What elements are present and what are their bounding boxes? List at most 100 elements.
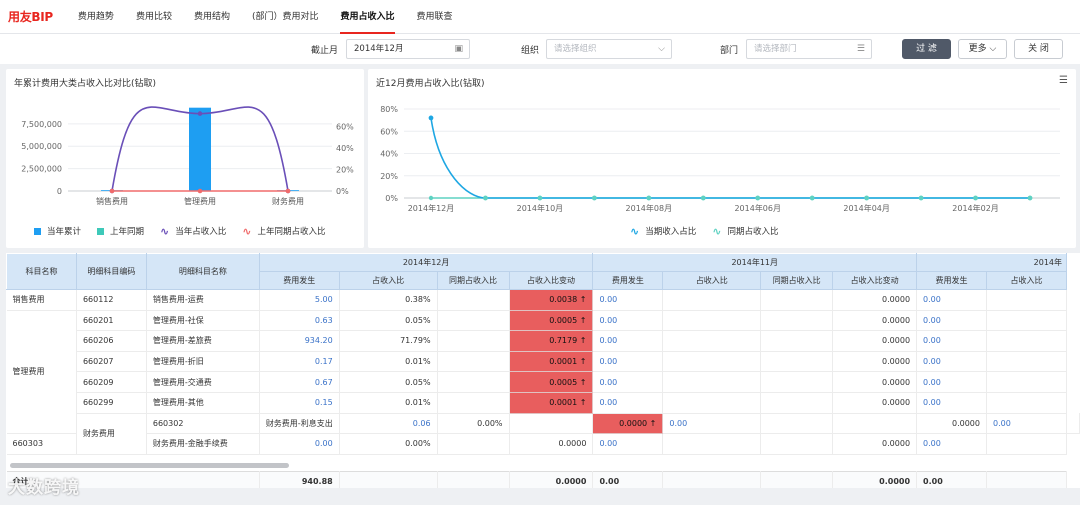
- cell-cost-link[interactable]: 0.00: [259, 433, 340, 455]
- col-cost: 费用发生: [592, 271, 664, 290]
- cell-cost-link[interactable]: 0.00: [592, 310, 664, 332]
- app-logo: 用友BIP: [8, 10, 53, 24]
- cell-prior-ratio: [760, 310, 834, 332]
- cell-prior-ratio: [760, 351, 834, 373]
- cell-ratio-change: 0.0000: [832, 310, 918, 332]
- col-cost: 费用发生: [916, 271, 987, 290]
- table-row[interactable]: 660206 管理费用-差旅费 934.20 71.79% 0.7179 ↑ 0.00 0.…: [7, 330, 1080, 352]
- cell-detail-code: 660209: [76, 371, 147, 393]
- x-tick-label: 2014年04月: [843, 203, 890, 213]
- right-chart-panel: 近12月费用占收入比(钻取) ☰ 0% 20% 40% 60% 80% 2014年12月 2…: [368, 69, 1076, 248]
- tab-expense-compare[interactable]: 费用比较: [125, 0, 183, 34]
- cell-ratio: [662, 433, 762, 455]
- more-button[interactable]: 更多 ⌵: [958, 39, 1007, 59]
- cell-cost-link[interactable]: 0.00: [592, 371, 664, 393]
- legend-same-period[interactable]: ∿ 同期占收入比: [712, 225, 778, 238]
- cell-cost-link[interactable]: 5.00: [259, 289, 340, 311]
- cell-detail-name: 销售费用-运费: [146, 289, 260, 311]
- cell-ratio-change: 0.0000: [916, 413, 987, 435]
- total-prior-ratio: [437, 470, 510, 488]
- cell-cost-link[interactable]: 0.00: [986, 413, 1068, 435]
- cell-cost-link[interactable]: 0.15: [259, 392, 340, 414]
- cell-cost-link[interactable]: 0.63: [259, 310, 340, 332]
- cell-cost-link[interactable]: 0.00: [916, 392, 987, 414]
- legend-prior-ratio[interactable]: ∿ 上年同期占收入比: [242, 225, 326, 238]
- cell-cost-link[interactable]: 0.00: [662, 413, 762, 435]
- tab-dept-expense-compare[interactable]: (部门）费用对比: [241, 0, 330, 34]
- cell-prior-ratio: [437, 433, 510, 455]
- table-row[interactable]: 销售费用 660112 销售费用-运费 5.00 0.38% 0.0038 ↑ 0.00 0.…: [6, 289, 1080, 311]
- tab-expense-query[interactable]: 费用联查: [406, 0, 464, 34]
- table-row[interactable]: 管理费用 660201 管理费用-社保 0.63 0.05% 0.0005 ↑ 0.00 0.…: [6, 310, 1080, 435]
- table-row[interactable]: 660303 财务费用-金融手续费 0.00 0.00% 0.0000 0.00 0.000…: [6, 433, 1080, 455]
- horizontal-scrollbar[interactable]: [10, 463, 289, 468]
- total-ratio: [662, 470, 762, 488]
- cell-cost-link[interactable]: 0.67: [259, 371, 340, 393]
- cell-ratio-change: 0.0000: [832, 392, 918, 414]
- date-label: 截止月: [311, 46, 339, 56]
- date-picker[interactable]: 2014年12月 ▣: [346, 39, 470, 59]
- total-cost: 0.00: [592, 470, 664, 488]
- wave-icon: ∿: [630, 224, 640, 238]
- cell-cost-link[interactable]: 0.00: [592, 433, 664, 455]
- cell-ratio: [986, 392, 1068, 414]
- cell-cost-link[interactable]: 0.00: [916, 310, 987, 332]
- filter-button[interactable]: 过 滤: [902, 39, 951, 59]
- x-tick-label: 2014年02月: [952, 203, 999, 213]
- legend-current-year[interactable]: 当年累计: [34, 225, 81, 237]
- cell-ratio: 0.01%: [339, 392, 438, 414]
- tab-expense-structure[interactable]: 费用结构: [183, 0, 241, 34]
- legend-prior-year[interactable]: 上年同期: [97, 225, 144, 237]
- legend-label: 当期收入占比: [645, 227, 697, 237]
- cell-cost-link[interactable]: 0.00: [916, 371, 987, 393]
- y-right-tick-label: 40%: [336, 144, 354, 153]
- cell-cost-link[interactable]: 0.00: [592, 289, 664, 311]
- cell-ratio: [986, 330, 1068, 352]
- cell-cost-link[interactable]: 0.00: [916, 289, 987, 311]
- data-table-wrap[interactable]: 科目名称 明细科目编码 明细科目名称 2014年12月 2014年11月 201…: [6, 253, 1080, 488]
- watermark: 大数跨境: [8, 478, 80, 498]
- cell-prior-ratio: [760, 371, 834, 393]
- legend-label: 上年同期占收入比: [257, 227, 326, 237]
- y-right-tick-label: 60%: [336, 123, 354, 132]
- left-chart-title[interactable]: 年累计费用大类占收入比对比(钻取): [14, 76, 156, 89]
- cell-cost-link[interactable]: 0.00: [592, 392, 664, 414]
- table-row[interactable]: 660209 管理费用-交通费 0.67 0.05% 0.0005 ↑ 0.00 0.000…: [7, 371, 1080, 393]
- filter-bar: 截止月 2014年12月 ▣ 组织 请选择组织 ⌵ 部门 请选择部门 ☰ 过 滤…: [0, 34, 1080, 64]
- cell-ratio: 0.38%: [339, 289, 438, 311]
- cell-prior-ratio: [437, 351, 510, 373]
- legend-current-ratio[interactable]: ∿ 当年占收入比: [160, 225, 226, 238]
- x-tick-label: 2014年08月: [626, 203, 673, 213]
- legend-label: 当年累计: [47, 227, 82, 237]
- legend-current-period[interactable]: ∿ 当期收入占比: [630, 224, 697, 238]
- total-cost: 0.00: [916, 470, 987, 488]
- cell-cost-link[interactable]: 0.00: [916, 433, 987, 455]
- cell-cost-link[interactable]: 0.00: [916, 330, 987, 352]
- cell-cost-link[interactable]: 0.06: [339, 413, 438, 435]
- close-button[interactable]: 关 闭: [1014, 39, 1063, 59]
- cell-cost-link[interactable]: 0.17: [259, 351, 340, 373]
- legend-label: 上年同期: [110, 227, 145, 237]
- tab-expense-income-ratio[interactable]: 费用占收入比: [329, 0, 405, 34]
- x-tick-label: 销售费用: [96, 196, 128, 206]
- cell-ratio: [662, 351, 762, 373]
- org-label: 组织: [521, 46, 540, 56]
- table-row[interactable]: 财务费用 660302 财务费用-利息支出 0.06 0.00% 0.0000 ↑ 0.00…: [7, 413, 1080, 455]
- org-select[interactable]: 请选择组织 ⌵: [546, 39, 672, 59]
- point-current-period: [918, 195, 924, 201]
- cell-cost-link[interactable]: 934.20: [259, 330, 340, 352]
- right-chart[interactable]: 0% 20% 40% 60% 80% 2014年12月 2014年10月 2014年08月 20…: [368, 91, 1076, 231]
- tab-expense-trend[interactable]: 费用趋势: [67, 0, 125, 34]
- table-row[interactable]: 660207 管理费用-折旧 0.17 0.01% 0.0001 ↑ 0.00 0.0000…: [7, 351, 1080, 373]
- col-prior-ratio: 同期占收入比: [760, 271, 834, 290]
- more-label: 更多: [968, 44, 987, 54]
- menu-icon[interactable]: ☰: [1059, 75, 1068, 86]
- right-chart-title[interactable]: 近12月费用占收入比(钻取): [376, 76, 484, 89]
- table-row[interactable]: 660299 管理费用-其他 0.15 0.01% 0.0001 ↑ 0.00 0.0000…: [7, 392, 1080, 414]
- dept-select[interactable]: 请选择部门 ☰: [746, 39, 872, 59]
- left-chart[interactable]: 0 2,500,000 5,000,000 7,500,000 0% 20% 40% 60% 销…: [6, 91, 364, 231]
- cell-cost-link[interactable]: 0.00: [592, 330, 664, 352]
- point-same-period: [428, 195, 434, 201]
- cell-cost-link[interactable]: 0.00: [916, 351, 987, 373]
- cell-cost-link[interactable]: 0.00: [592, 351, 664, 373]
